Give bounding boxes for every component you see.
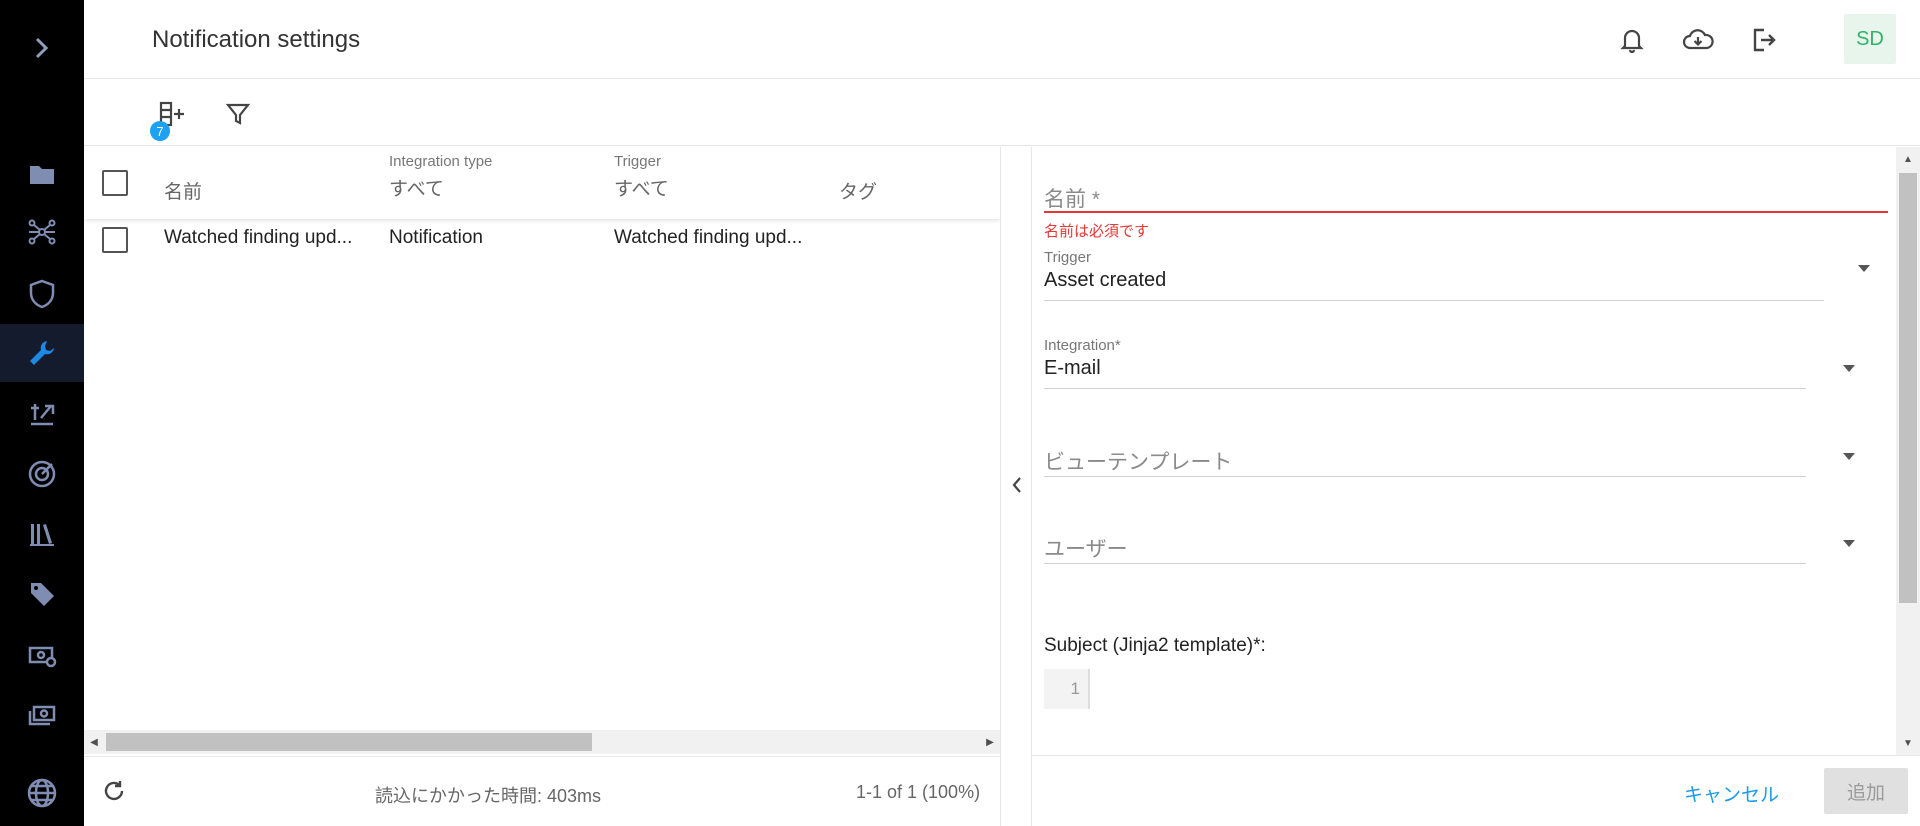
- nav-item-security[interactable]: [0, 265, 84, 323]
- integration-type-filter[interactable]: すべて: [389, 174, 444, 201]
- logout-button[interactable]: [1746, 22, 1782, 58]
- bell-icon: [1620, 29, 1644, 53]
- tag-icon: [31, 583, 54, 606]
- nav-item-library[interactable]: [0, 505, 84, 563]
- users-underline: [1044, 563, 1806, 564]
- view-template-dropdown-icon[interactable]: [1843, 453, 1855, 460]
- radar-icon: [28, 460, 56, 488]
- chevron-right-icon: [35, 37, 49, 59]
- side-nav: [0, 0, 84, 826]
- nav-item-settings[interactable]: [0, 324, 84, 382]
- name-input[interactable]: 名前 *: [1044, 183, 1100, 213]
- subject-editor[interactable]: 1: [1044, 669, 1090, 709]
- table-header: 名前 Integration type すべて Trigger すべて タグ: [84, 147, 1000, 219]
- column-header-trigger[interactable]: Trigger: [614, 153, 661, 170]
- column-header-integration-type[interactable]: Integration type: [389, 153, 492, 170]
- nav-item-radar[interactable]: [0, 445, 84, 503]
- scroll-right-arrow[interactable]: ▶: [980, 730, 1000, 754]
- folder-icon: [30, 166, 54, 184]
- row-name-text: Watched finding upd...: [164, 227, 353, 248]
- select-all-checkbox[interactable]: [102, 170, 128, 196]
- trigger-underline: [1044, 300, 1824, 301]
- scroll-up-arrow[interactable]: ▲: [1896, 149, 1920, 169]
- users-select[interactable]: ユーザー: [1044, 533, 1128, 563]
- globe-icon: [27, 778, 57, 808]
- panel-splitter[interactable]: [1000, 147, 1032, 826]
- nav-item-language[interactable]: [0, 764, 84, 822]
- nav-item-tags[interactable]: [0, 565, 84, 623]
- nav-item-tools[interactable]: [0, 384, 84, 442]
- notifications-button[interactable]: [1614, 22, 1650, 58]
- expand-nav-button[interactable]: [24, 30, 60, 66]
- collapse-panel-button[interactable]: [1007, 473, 1027, 497]
- page-header: Notification settings SD: [84, 0, 1920, 79]
- vertical-scrollbar[interactable]: ▲ ▼: [1896, 147, 1920, 755]
- download-button[interactable]: [1680, 22, 1716, 58]
- billing-icon: [28, 646, 57, 668]
- nav-item-network[interactable]: [0, 203, 84, 261]
- filter-icon: [225, 103, 251, 125]
- trigger-dropdown-icon[interactable]: [1858, 265, 1870, 272]
- shield-icon: [29, 279, 55, 309]
- integration-underline: [1044, 388, 1806, 389]
- logout-icon: [1753, 28, 1776, 52]
- view-template-select[interactable]: ビューテンプレート: [1044, 446, 1232, 476]
- name-underline: [1044, 211, 1888, 213]
- pagination-text: 1-1 of 1 (100%): [856, 782, 981, 802]
- notification-table: 名前 Integration type すべて Trigger すべて タグ W…: [84, 147, 1000, 755]
- horizontal-scroll-thumb[interactable]: [106, 733, 592, 751]
- wrench-icon: [30, 341, 54, 365]
- integration-dropdown-icon[interactable]: [1843, 365, 1855, 372]
- users-dropdown-icon[interactable]: [1843, 540, 1855, 547]
- trigger-filter[interactable]: すべて: [614, 174, 669, 201]
- cancel-button[interactable]: キャンセル: [1684, 780, 1779, 807]
- trigger-select[interactable]: Asset created: [1044, 269, 1166, 292]
- column-header-tags[interactable]: タグ: [839, 177, 877, 204]
- payments-icon: [28, 705, 56, 726]
- integration-select[interactable]: E-mail: [1044, 357, 1101, 380]
- row-checkbox[interactable]: [102, 227, 128, 253]
- name-error-text: 名前は必須です: [1044, 223, 1150, 240]
- row-integration-type: Notification: [389, 227, 483, 248]
- integration-label: Integration*: [1044, 337, 1121, 354]
- view-template-underline: [1044, 476, 1806, 477]
- column-count-badge: 7: [150, 121, 170, 141]
- library-icon: [30, 524, 54, 546]
- trigger-label: Trigger: [1044, 249, 1091, 266]
- chevron-left-icon: [1012, 477, 1021, 493]
- add-button[interactable]: 追加: [1824, 768, 1908, 814]
- vertical-scroll-thumb[interactable]: [1899, 173, 1917, 603]
- column-header-name[interactable]: 名前: [164, 177, 202, 204]
- scroll-down-arrow[interactable]: ▼: [1896, 733, 1920, 753]
- form-footer: キャンセル 追加: [1032, 755, 1920, 826]
- avatar[interactable]: SD: [1844, 14, 1896, 64]
- filter-button[interactable]: [220, 96, 256, 132]
- refresh-icon: [104, 781, 124, 801]
- network-icon: [28, 219, 56, 245]
- tools-icon: [31, 404, 55, 426]
- table-toolbar: 7: [84, 80, 1920, 146]
- notification-form: 名前 * 名前は必須です Trigger Asset created Integ…: [1032, 147, 1920, 755]
- load-time-text: 読込にかかった時間: 403ms: [375, 786, 602, 806]
- subject-label: Subject (Jinja2 template)*:: [1044, 635, 1266, 656]
- editor-line-number: 1: [1070, 679, 1080, 698]
- page-title: Notification settings: [152, 26, 361, 53]
- nav-item-folders[interactable]: [0, 145, 84, 203]
- table-footer: 読込にかかった時間: 403ms 1-1 of 1 (100%): [84, 756, 1000, 826]
- scroll-left-arrow[interactable]: ◀: [84, 730, 104, 754]
- row-trigger: Watched finding upd...: [614, 227, 803, 248]
- nav-item-billing[interactable]: [0, 626, 84, 684]
- horizontal-scrollbar[interactable]: ◀ ▶: [84, 730, 1000, 754]
- refresh-button[interactable]: [96, 773, 132, 809]
- nav-item-payments[interactable]: [0, 687, 84, 745]
- cloud-download-icon: [1682, 29, 1714, 50]
